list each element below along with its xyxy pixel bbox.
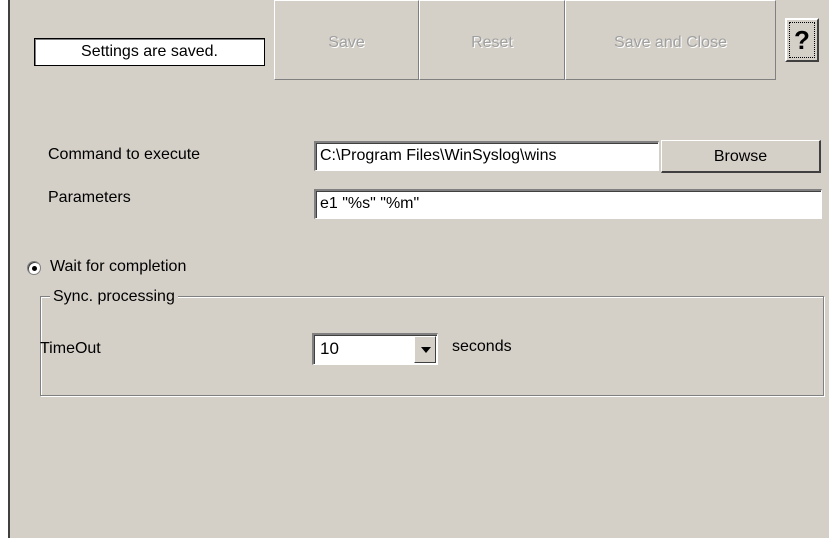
radio-circle bbox=[27, 261, 41, 275]
parameters-label: Parameters bbox=[48, 189, 131, 206]
chevron-down-icon bbox=[421, 347, 431, 353]
parameters-input[interactable]: e1 "%s" "%m" bbox=[314, 189, 822, 219]
timeout-select[interactable]: 10 bbox=[312, 333, 438, 365]
save-and-close-label: Save and Close bbox=[614, 34, 727, 51]
save-and-close-button[interactable]: Save and Close bbox=[565, 0, 776, 80]
status-text: Settings are saved. bbox=[81, 43, 218, 60]
command-input[interactable]: C:\Program Files\WinSyslog\wins bbox=[314, 141, 659, 171]
command-label: Command to execute bbox=[48, 146, 201, 163]
save-button-label: Save bbox=[328, 34, 365, 51]
reset-button-label: Reset bbox=[471, 34, 513, 51]
timeout-value: 10 bbox=[320, 339, 339, 358]
wait-for-completion-radio[interactable] bbox=[27, 261, 41, 275]
seconds-label: seconds bbox=[452, 338, 512, 355]
wait-for-completion-label[interactable]: Wait for completion bbox=[50, 258, 186, 276]
status-box: Settings are saved. bbox=[34, 38, 265, 66]
reset-button[interactable]: Reset bbox=[419, 0, 565, 80]
settings-panel: Settings are saved. Save Reset Save and … bbox=[8, 0, 829, 538]
help-icon: ? bbox=[794, 25, 810, 55]
radio-dot bbox=[32, 266, 37, 271]
sync-processing-legend: Sync. processing bbox=[50, 288, 178, 306]
save-button[interactable]: Save bbox=[274, 0, 419, 80]
browse-button-label: Browse bbox=[713, 148, 768, 165]
help-button[interactable]: ? bbox=[785, 18, 819, 62]
timeout-dropdown-button[interactable] bbox=[414, 336, 436, 363]
browse-button[interactable]: Browse bbox=[661, 140, 821, 173]
timeout-label: TimeOut bbox=[40, 340, 101, 357]
